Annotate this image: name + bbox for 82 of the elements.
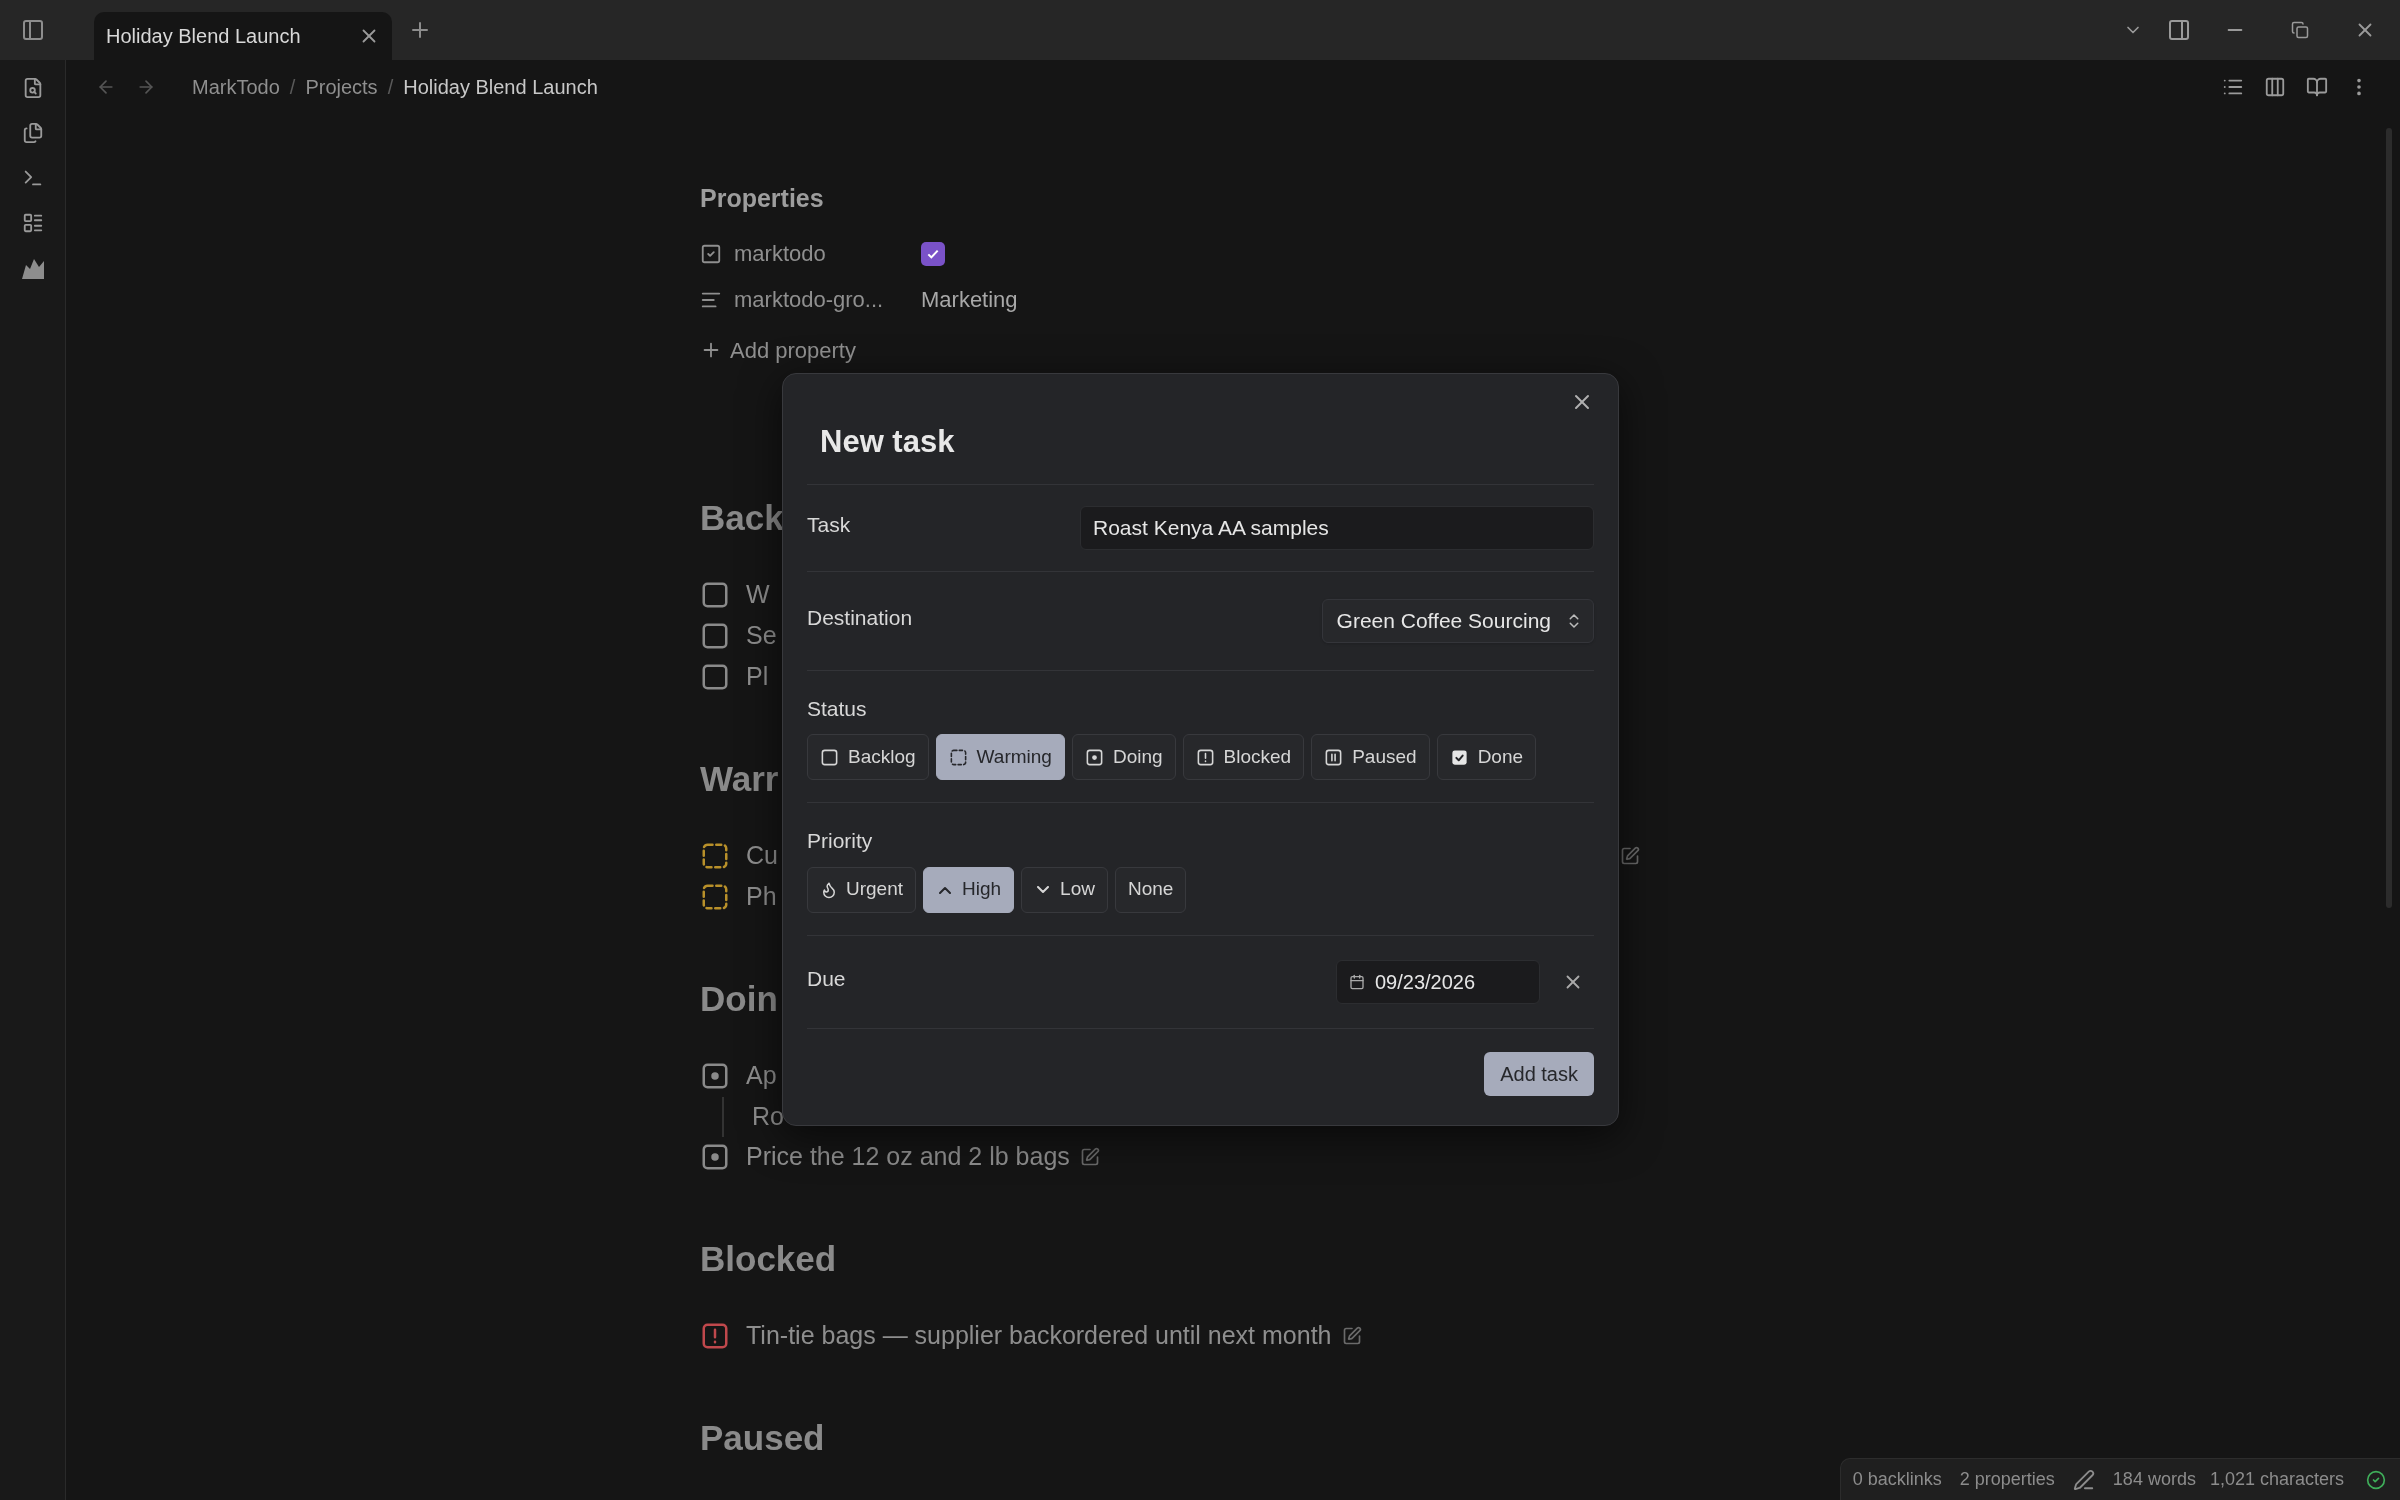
properties-heading: Properties [700,183,824,214]
dot-square-icon [1084,747,1104,767]
sidebar-right-icon[interactable] [2167,18,2191,42]
dashed-square-icon [700,841,730,871]
files-icon[interactable] [21,122,44,144]
task-note: Ro [752,1100,784,1132]
task-text: Tin-tie bags — supplier backordered until next month [746,1320,1332,1352]
breadcrumb-link[interactable]: Projects [305,72,378,102]
status-option[interactable]: Done [1436,734,1537,780]
sidebar-toggle-icon[interactable] [21,18,45,42]
pen-icon[interactable] [2072,1468,2095,1491]
restore-icon[interactable] [2291,21,2309,39]
checkbox-type-icon [700,242,722,265]
task-text: Ap [746,1060,777,1092]
alert-square-icon [1195,747,1215,767]
properties-count[interactable]: 2 properties [1959,1466,2055,1493]
section-heading: Doin [700,978,778,1021]
dot-square-icon [700,1061,730,1091]
field-label: Task [807,511,851,538]
priority-option[interactable]: None [1114,866,1187,913]
task-text: Pl [746,661,769,693]
square-icon [820,747,839,767]
character-count: 1,021 characters [2209,1468,2344,1491]
field-label: Due [807,965,846,992]
section-heading: Blocked [700,1238,837,1281]
add-property-button[interactable]: Add property [700,333,856,367]
dialog-title: New task [820,423,956,461]
backlinks-count[interactable]: 0 backlinks [1852,1466,1942,1493]
square-icon [700,662,730,692]
chevron-down-icon [1037,885,1050,894]
section-heading: Warr [700,758,779,801]
sync-check-icon[interactable] [2366,1469,2386,1490]
section-heading: Paused [700,1417,825,1460]
edit-icon[interactable] [1341,1326,1362,1346]
field-label: Status [807,695,868,722]
field-label: Priority [807,828,874,854]
columns-icon[interactable] [2264,76,2286,98]
task-input[interactable]: Roast Kenya AA samples [1080,505,1594,550]
book-icon[interactable] [2306,76,2328,98]
status-option[interactable]: Paused [1311,734,1430,780]
chevron-up-icon [939,885,952,894]
task-text: Se [746,620,777,652]
status-option[interactable]: Warming [935,734,1065,780]
date-field[interactable]: 09/23/2026 [1336,959,1540,1004]
dashed-square-icon [948,747,968,767]
flame-icon [820,880,838,899]
mountain-icon[interactable] [20,257,45,279]
task-text: Ph [746,881,777,913]
edit-icon[interactable] [1620,846,1640,866]
priority-option[interactable]: High [923,866,1015,913]
task-text: Cu [746,840,778,872]
field-label: Destination [807,604,913,631]
breadcrumb-link[interactable]: MarkTodo [192,72,280,102]
property-checkbox[interactable] [921,241,945,266]
add-task-button[interactable]: Add task [1484,1051,1594,1096]
priority-option[interactable]: Urgent [807,866,917,913]
square-icon [700,621,730,651]
dot-square-icon [700,1142,730,1172]
status-option[interactable]: Doing [1071,734,1176,780]
status-option[interactable]: Backlog [807,734,929,780]
dashed-square-icon [700,882,730,912]
destination-select[interactable]: Green Coffee Sourcing [1321,598,1594,643]
breadcrumb-separator: / [387,75,394,100]
task-text: W [746,579,770,611]
breadcrumb-separator: / [289,75,296,100]
square-icon [700,580,730,610]
section-heading: Back [700,497,784,540]
checked-square-icon [1449,747,1469,767]
breadcrumb-current[interactable]: Holiday Blend Launch [403,72,598,102]
task-text: Price the 12 oz and 2 lb bags [746,1141,1070,1173]
word-count: 184 words [2112,1468,2196,1491]
layout-list-icon[interactable] [21,212,44,234]
calendar-icon [1349,973,1365,990]
alert-square-icon [700,1321,730,1351]
property-name: marktodo-gro... [734,286,884,314]
edit-icon[interactable] [1079,1147,1100,1167]
status-option[interactable]: Blocked [1182,734,1305,780]
tab[interactable]: Holiday Blend Launch [94,12,392,60]
priority-option[interactable]: Low [1021,866,1108,913]
property-name: marktodo [734,240,826,268]
pause-square-icon [1324,747,1344,767]
property-value[interactable]: Marketing [921,283,1018,316]
